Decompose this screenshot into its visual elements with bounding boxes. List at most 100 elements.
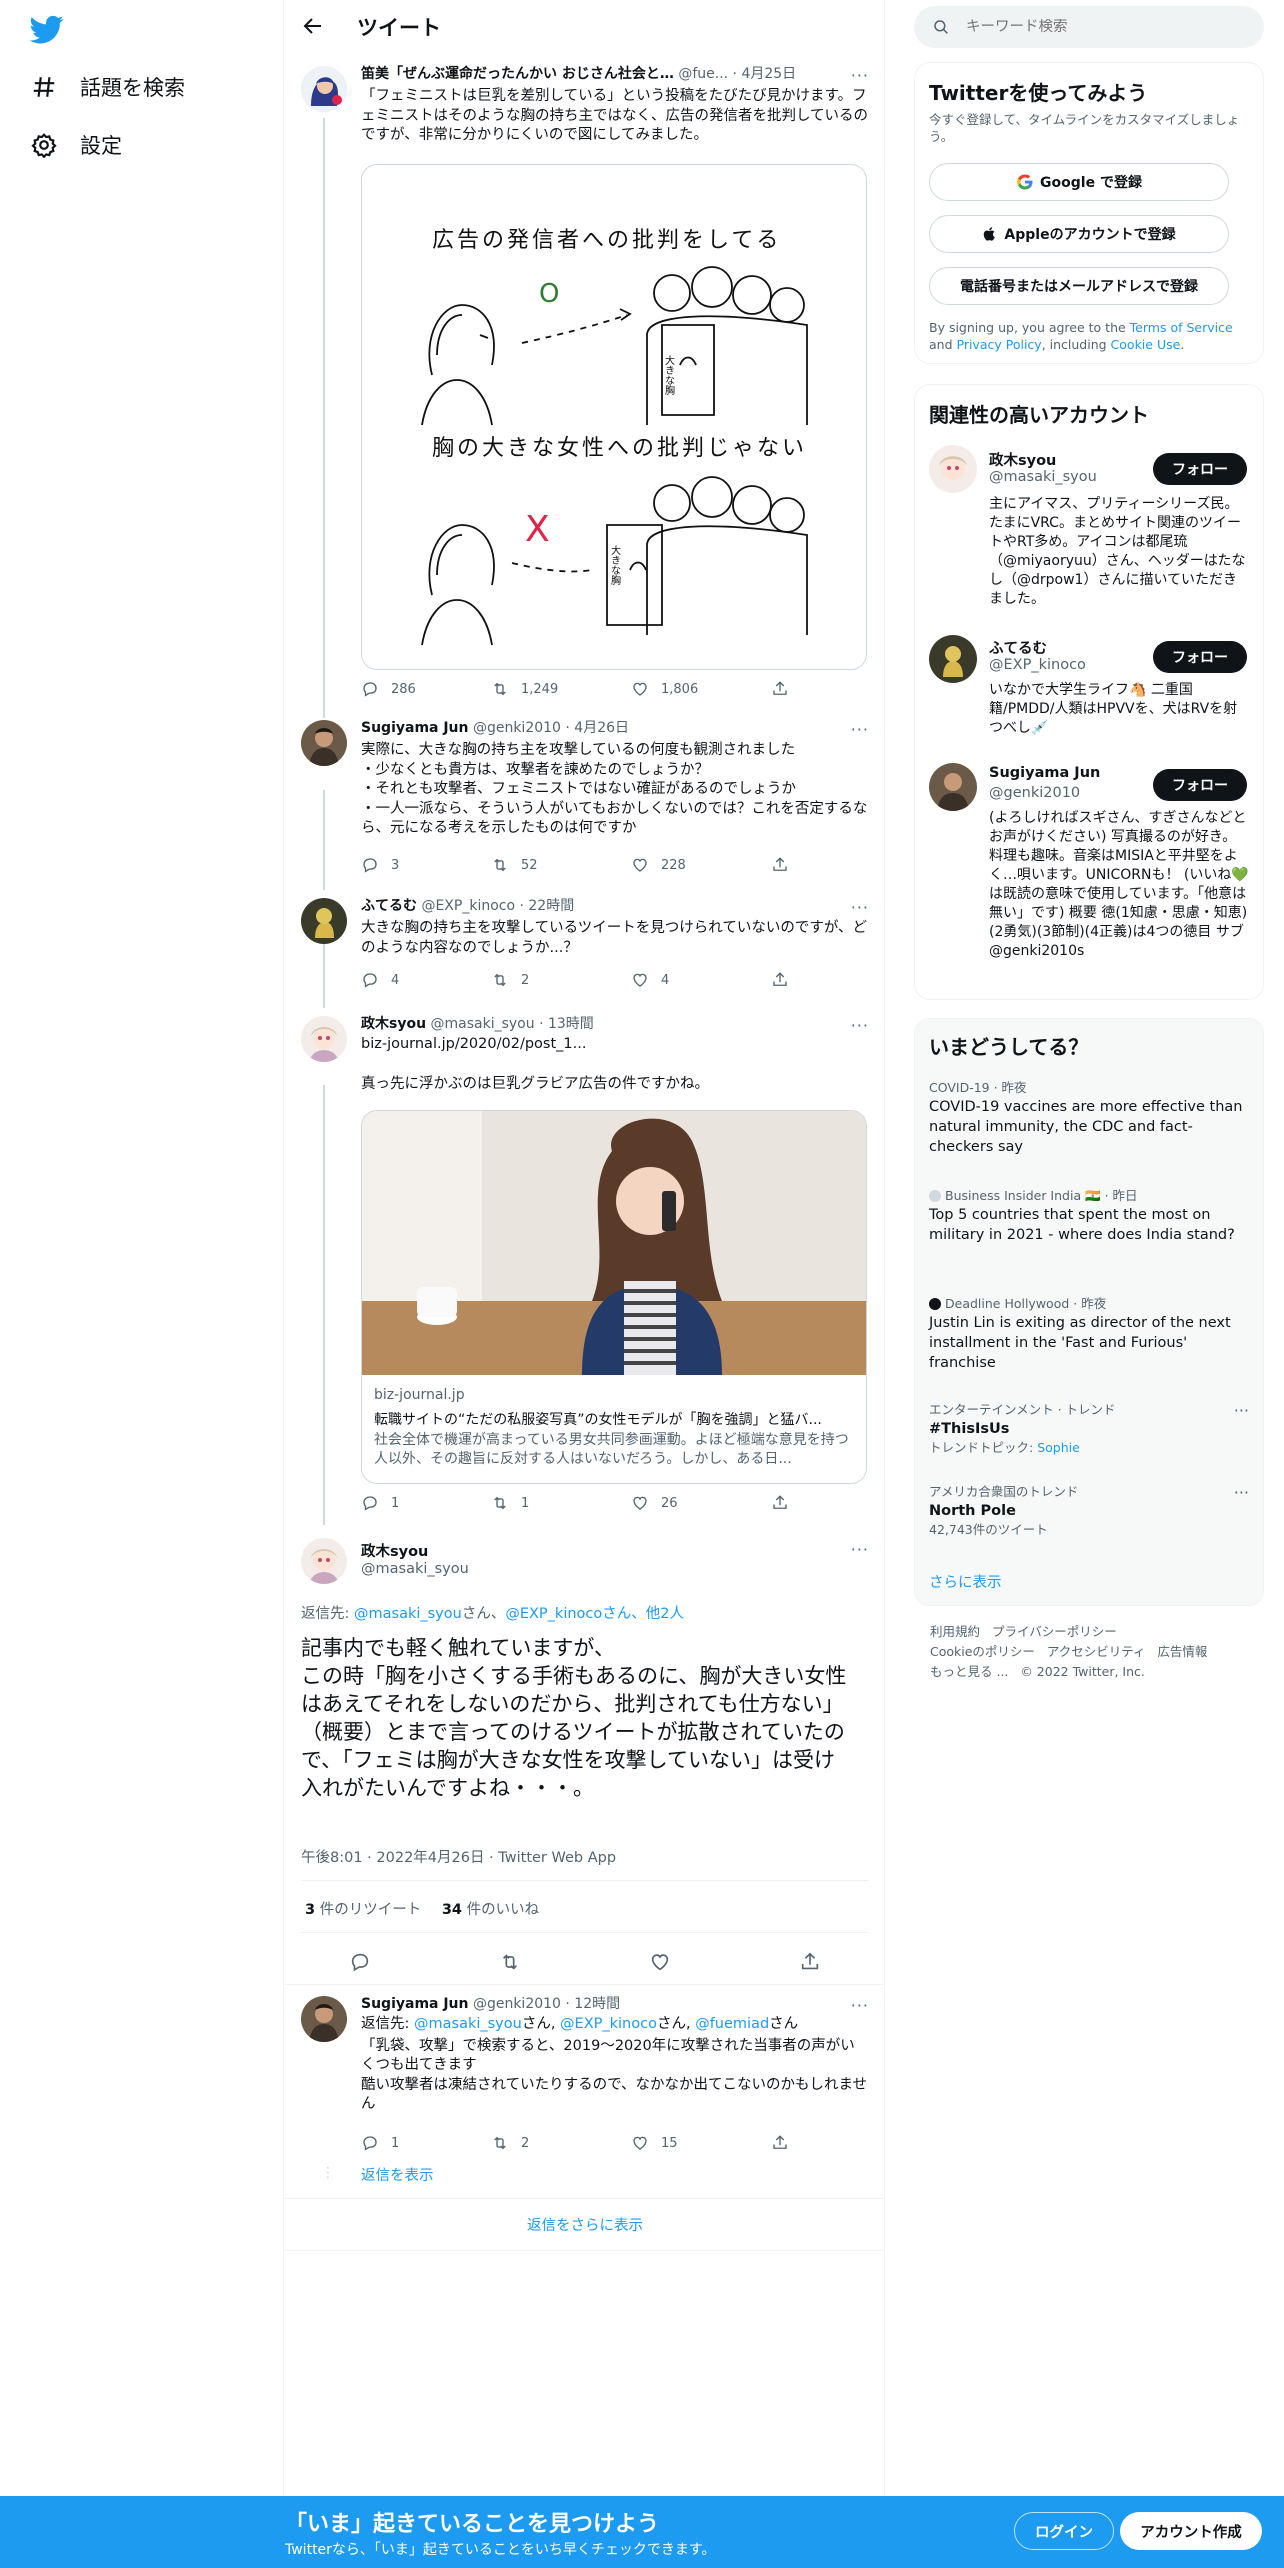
share-icon[interactable]: [799, 1951, 821, 1973]
share-button[interactable]: [771, 971, 789, 989]
like-button[interactable]: 228: [631, 856, 771, 874]
trend-topic-link[interactable]: Sophie: [1037, 1439, 1080, 1457]
retweet-button[interactable]: 52: [491, 856, 631, 874]
show-more-replies-link[interactable]: 返信をさらに表示: [285, 2214, 885, 2235]
follow-button[interactable]: フォロー: [1153, 769, 1247, 801]
tweet-link[interactable]: biz-journal.jp/2020/02/post_1...: [361, 1035, 869, 1055]
trend-item[interactable]: エンターテインメント · トレンド #ThisIsUs トレンドトピック: So…: [929, 1401, 1249, 1457]
tweet-image[interactable]: 広告の発信者への批判をしてる O 大きな胸 胸の大きな女性への批判じゃない X …: [361, 164, 867, 670]
author-handle[interactable]: @genki2010: [473, 1996, 561, 2012]
twitter-logo-icon[interactable]: [29, 12, 70, 46]
like-button[interactable]: 26: [631, 1494, 771, 1512]
retweet-button[interactable]: 2: [491, 971, 631, 989]
more-options-icon[interactable]: ···: [851, 720, 869, 739]
show-more-trends-link[interactable]: さらに表示: [929, 1571, 1002, 1592]
avatar[interactable]: [929, 635, 977, 683]
retweet-stat[interactable]: 3 件のリツイート: [305, 1902, 421, 1918]
avatar[interactable]: [301, 1016, 347, 1062]
signup-button[interactable]: アカウント作成: [1120, 2512, 1262, 2550]
account-handle[interactable]: @masaki_syou: [989, 469, 1097, 485]
account-name[interactable]: 政木syou: [989, 449, 1056, 470]
timestamp[interactable]: · 13時間: [539, 1016, 594, 1032]
trend-item[interactable]: Business Insider India 🇮🇳 · 昨日 Top 5 cou…: [929, 1187, 1249, 1245]
like-button[interactable]: 1,806: [631, 680, 771, 698]
share-button[interactable]: [771, 680, 789, 698]
footer-link[interactable]: Cookieのポリシー: [930, 1644, 1035, 1659]
like-button[interactable]: 4: [631, 971, 771, 989]
phone-email-signup-button[interactable]: 電話番号またはメールアドレスで登録: [929, 267, 1229, 305]
timestamp[interactable]: · 22時間: [519, 898, 574, 914]
author-name[interactable]: Sugiyama Jun: [361, 1996, 469, 2012]
retweet-button[interactable]: 1,249: [491, 680, 631, 698]
timestamp[interactable]: · 4月26日: [565, 720, 629, 736]
reply-button[interactable]: 1: [361, 1494, 491, 1512]
retweet-icon[interactable]: [499, 1951, 521, 1973]
avatar[interactable]: [301, 66, 347, 112]
tweet[interactable]: ふてるむ @EXP_kinoco · 22時間 大きな胸の持ち主を攻撃しているツ…: [285, 894, 885, 1004]
share-button[interactable]: [771, 2134, 789, 2152]
tweet[interactable]: 政木syou @masaki_syou · 13時間 biz-journal.j…: [285, 1012, 885, 1512]
retweet-button[interactable]: 1: [491, 1494, 631, 1512]
footer-link[interactable]: プライバシーポリシー: [992, 1624, 1117, 1639]
more-options-icon[interactable]: ···: [851, 898, 869, 917]
login-button[interactable]: ログイン: [1014, 2512, 1114, 2550]
author-handle[interactable]: @fue...: [678, 66, 728, 82]
trend-item[interactable]: Deadline Hollywood · 昨夜 Justin Lin is ex…: [929, 1295, 1249, 1373]
reply-icon[interactable]: [349, 1951, 371, 1973]
google-signup-button[interactable]: Google で登録: [929, 163, 1229, 201]
share-button[interactable]: [771, 1494, 789, 1512]
tweet[interactable]: Sugiyama Jun @genki2010 · 4月26日 実際に、大きな胸…: [285, 714, 885, 884]
reply-to-others[interactable]: 他2人: [646, 1606, 684, 1622]
avatar[interactable]: [301, 898, 347, 944]
author-handle[interactable]: @masaki_syou: [431, 1016, 535, 1032]
avatar[interactable]: [301, 720, 347, 766]
nav-explore[interactable]: 話題を検索: [30, 72, 185, 102]
tweet-datetime[interactable]: 午後8:01 · 2022年4月26日 · Twitter Web App: [301, 1846, 616, 1867]
avatar[interactable]: [929, 445, 977, 493]
avatar[interactable]: [301, 1996, 347, 2042]
reply-button[interactable]: 1: [361, 2134, 491, 2152]
tweet[interactable]: Sugiyama Jun @genki2010 · 12時間 返信先: @mas…: [285, 1992, 885, 2192]
avatar[interactable]: [301, 1538, 347, 1584]
reply-to-user[interactable]: @masaki_syou: [354, 1606, 462, 1622]
author-handle[interactable]: @EXP_kinoco: [421, 898, 515, 914]
account-name[interactable]: Sugiyama Jun: [989, 765, 1100, 781]
timestamp[interactable]: · 4月25日: [733, 66, 797, 82]
reply-button[interactable]: 4: [361, 971, 491, 989]
cookie-link[interactable]: Cookie Use: [1111, 337, 1181, 352]
author-handle[interactable]: @genki2010: [473, 720, 561, 736]
heart-icon[interactable]: [649, 1951, 671, 1973]
reply-button[interactable]: 3: [361, 856, 491, 874]
timestamp[interactable]: · 12時間: [565, 1996, 620, 2012]
author-name[interactable]: 政木syou: [361, 1540, 428, 1561]
account-name[interactable]: ふてるむ: [989, 637, 1047, 658]
more-options-icon[interactable]: ···: [1234, 1401, 1249, 1420]
search-box[interactable]: [914, 6, 1264, 48]
trend-item[interactable]: COVID-19 · 昨夜 COVID-19 vaccines are more…: [929, 1079, 1249, 1157]
author-name[interactable]: 笛美「ぜんぶ運命だったんかい おじさん社会と…: [361, 66, 674, 82]
footer-link[interactable]: 広告情報: [1157, 1644, 1207, 1659]
tweet[interactable]: 笛美「ぜんぶ運命だったんかい おじさん社会と… @fue... · 4月25日 …: [285, 60, 885, 700]
show-replies-link[interactable]: 返信を表示: [361, 2164, 434, 2185]
search-input[interactable]: [966, 19, 1226, 35]
terms-link[interactable]: Terms of Service: [1130, 320, 1233, 335]
reply-to-user[interactable]: @masaki_syou: [414, 2016, 522, 2032]
retweet-button[interactable]: 2: [491, 2134, 631, 2152]
more-options-icon[interactable]: ···: [851, 66, 869, 85]
link-card[interactable]: biz-journal.jp 転職サイトの“ただの私服姿写真”の女性モデルが「胸…: [361, 1110, 867, 1484]
more-options-icon[interactable]: ···: [851, 1540, 869, 1559]
footer-link[interactable]: 利用規約: [930, 1624, 980, 1639]
apple-signup-button[interactable]: Appleのアカウントで登録: [929, 215, 1229, 253]
footer-link[interactable]: アクセシビリティ: [1047, 1644, 1146, 1659]
reply-button[interactable]: 286: [361, 680, 491, 698]
nav-settings[interactable]: 設定: [30, 130, 122, 160]
more-options-icon[interactable]: ···: [851, 1996, 869, 2015]
follow-button[interactable]: フォロー: [1153, 453, 1247, 485]
more-options-icon[interactable]: ···: [1234, 1483, 1249, 1502]
back-arrow-icon[interactable]: [301, 14, 327, 40]
share-button[interactable]: [771, 856, 789, 874]
author-handle[interactable]: @masaki_syou: [361, 1561, 469, 1577]
author-name[interactable]: ふてるむ: [361, 898, 417, 914]
account-handle[interactable]: @EXP_kinoco: [989, 657, 1086, 673]
avatar[interactable]: [929, 763, 977, 811]
